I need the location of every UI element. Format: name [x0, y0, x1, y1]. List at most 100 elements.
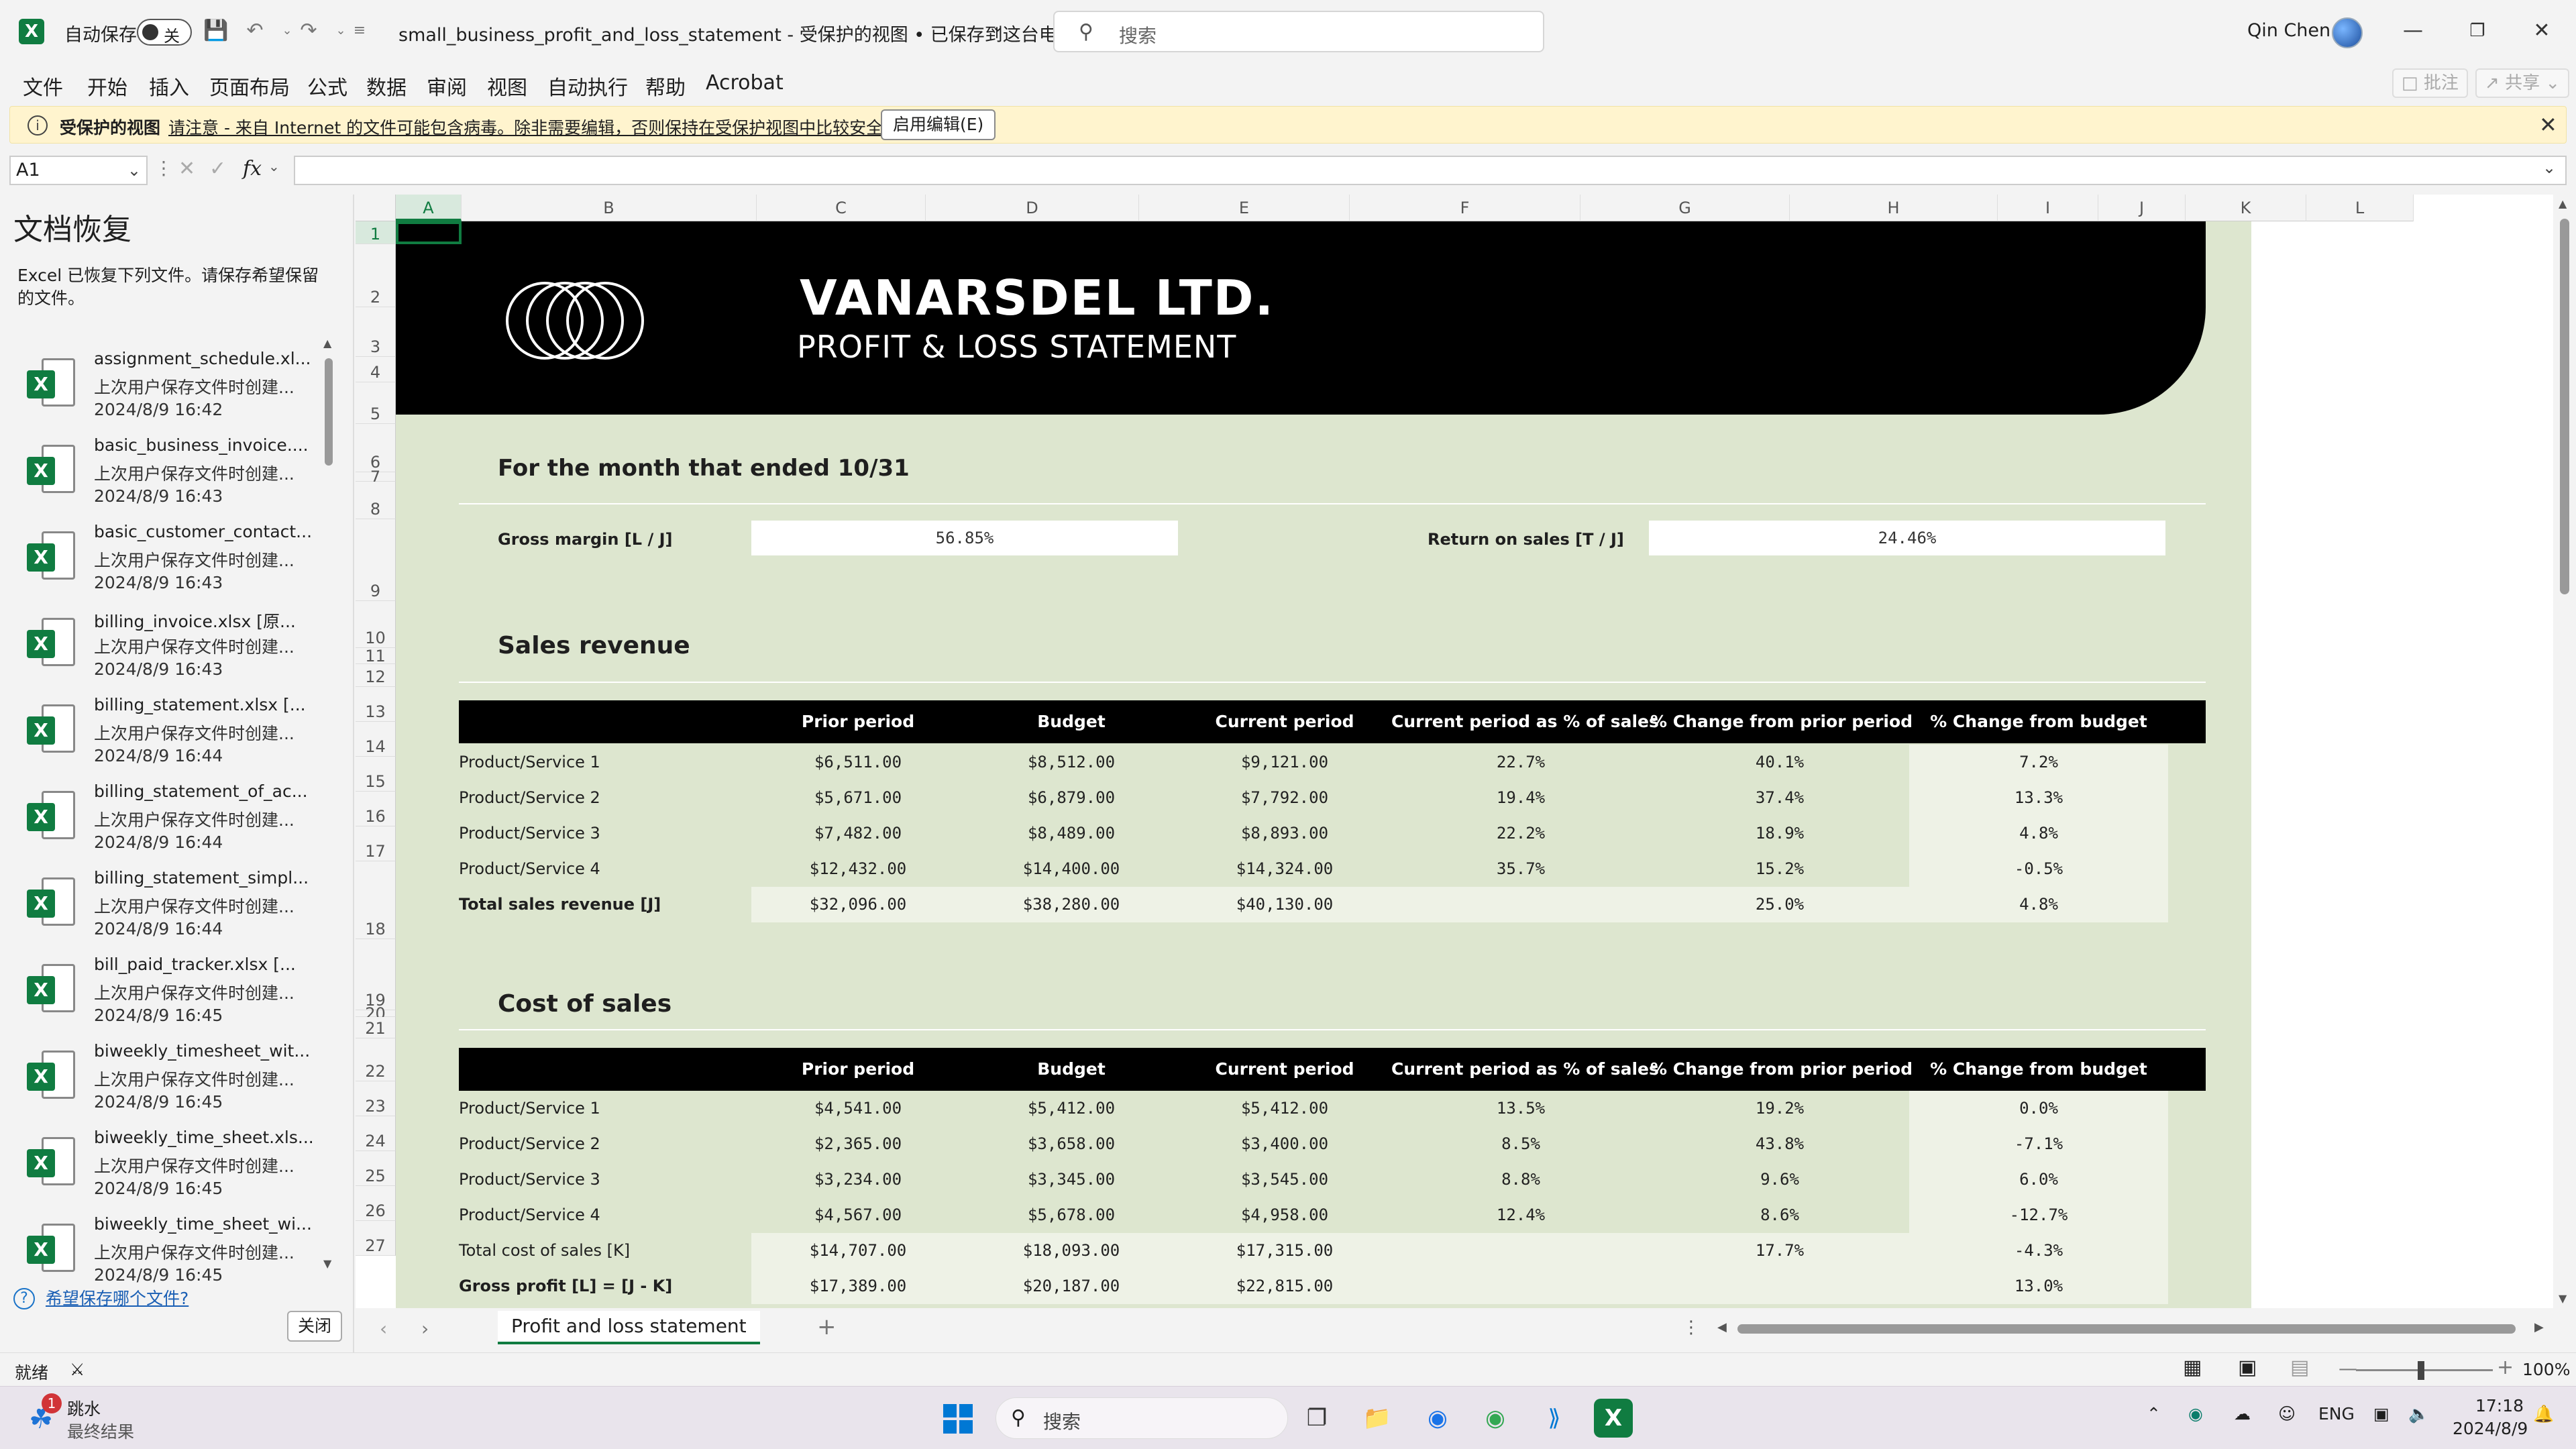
sheet-tab-profit-and-loss[interactable]: Profit and loss statement — [498, 1311, 760, 1344]
scroll-up-icon[interactable]: ▲ — [323, 337, 331, 350]
value-cell[interactable]: 22.7% — [1391, 745, 1650, 780]
recovered-file-item[interactable]: Xbasic_customer_contact... 上次用户保存文件时创建...… — [13, 515, 329, 602]
value-cell[interactable]: 19.4% — [1391, 780, 1650, 816]
row-header[interactable]: 9 — [356, 519, 396, 601]
close-recovery-button[interactable]: 关闭 — [287, 1311, 342, 1342]
value-cell[interactable]: $4,958.00 — [1178, 1197, 1391, 1233]
expand-formula-icon[interactable]: ⌄ — [2542, 158, 2556, 177]
row-header[interactable]: 22 — [356, 1038, 396, 1081]
menu-view[interactable]: 视图 — [487, 71, 527, 101]
file-explorer-icon[interactable]: 📁 — [1358, 1399, 1397, 1438]
value-cell[interactable]: 40.1% — [1650, 745, 1909, 780]
save-icon[interactable]: 💾 — [203, 17, 229, 44]
name-box[interactable]: A1 ⌄ — [9, 156, 148, 185]
zoom-in-icon[interactable]: + — [2497, 1356, 2514, 1379]
value-cell[interactable]: $38,280.00 — [965, 887, 1178, 922]
menu-formulas[interactable]: 公式 — [307, 71, 347, 101]
value-cell[interactable]: 25.0% — [1650, 887, 1909, 922]
value-cell[interactable]: 8.5% — [1391, 1126, 1650, 1162]
scroll-down-icon[interactable]: ▼ — [323, 1257, 331, 1270]
value-cell[interactable] — [1391, 1233, 1650, 1269]
value-cell[interactable]: -12.7% — [1909, 1197, 2168, 1233]
minimize-icon[interactable]: — — [2383, 12, 2443, 50]
value-cell[interactable]: $5,671.00 — [751, 780, 965, 816]
value-cell[interactable]: 19.2% — [1650, 1091, 1909, 1126]
value-cell[interactable]: $6,879.00 — [965, 780, 1178, 816]
undo-icon[interactable]: ↶ — [241, 17, 268, 44]
next-sheet-icon[interactable]: › — [421, 1318, 429, 1340]
accessibility-icon[interactable]: ⚔ — [70, 1360, 85, 1379]
horizontal-scrollbar[interactable]: ◀ ▶ — [1717, 1320, 2549, 1338]
recovered-file-item[interactable]: Xbilling_statement_of_ac... 上次用户保存文件时创建..… — [13, 775, 329, 862]
user-name[interactable]: Qin Chen — [2247, 20, 2330, 41]
scroll-left-icon[interactable]: ◀ — [1717, 1320, 1727, 1334]
value-cell[interactable]: 15.2% — [1650, 851, 1909, 887]
menu-insert[interactable]: 插入 — [149, 71, 189, 101]
value-cell[interactable]: 13.0% — [1909, 1269, 2168, 1304]
vscode-icon[interactable]: ⟫ — [1535, 1399, 1574, 1438]
task-view-icon[interactable]: ❐ — [1297, 1399, 1336, 1438]
selected-cell-a1[interactable] — [396, 221, 462, 244]
menu-acrobat[interactable]: Acrobat — [706, 71, 784, 95]
value-cell[interactable]: 0.0% — [1909, 1091, 2168, 1126]
app-tray-icon[interactable]: ☺ — [2278, 1404, 2296, 1424]
tab-options-icon[interactable]: ⋮ — [1682, 1318, 1700, 1338]
column-header[interactable]: K — [2186, 195, 2306, 221]
value-cell[interactable]: $14,400.00 — [965, 851, 1178, 887]
user-avatar[interactable] — [2332, 17, 2363, 48]
row-header[interactable]: 7 — [356, 469, 396, 485]
column-header[interactable]: L — [2306, 195, 2414, 221]
row-header[interactable]: 3 — [356, 307, 396, 357]
close-message-icon[interactable]: ✕ — [2539, 112, 2557, 138]
row-header[interactable]: 27 — [356, 1221, 396, 1256]
vertical-scrollbar[interactable]: ▲ ▼ — [2553, 195, 2576, 1308]
column-header[interactable]: J — [2098, 195, 2186, 221]
horizontal-scroll-thumb[interactable] — [1737, 1324, 2516, 1334]
enable-editing-button[interactable]: 启用编辑(E) — [881, 109, 996, 140]
excel-taskbar-icon[interactable]: X — [1594, 1399, 1633, 1438]
zoom-level[interactable]: 100% — [2522, 1360, 2570, 1379]
value-cell[interactable]: $3,658.00 — [965, 1126, 1178, 1162]
onedrive-icon[interactable]: ☁ — [2234, 1404, 2251, 1424]
recovered-file-item[interactable]: Xbilling_statement.xlsx [... 上次用户保存文件时创建.… — [13, 688, 329, 775]
recovered-file-item[interactable]: Xbill_paid_tracker.xlsx [... 上次用户保存文件时创建.… — [13, 948, 329, 1035]
value-cell[interactable]: $18,093.00 — [965, 1233, 1178, 1269]
value-cell[interactable]: $17,389.00 — [751, 1269, 965, 1304]
row-header[interactable]: 12 — [356, 664, 396, 687]
value-cell[interactable]: 4.8% — [1909, 887, 2168, 922]
row-header[interactable]: 25 — [356, 1151, 396, 1186]
row-header[interactable]: 19 — [356, 939, 396, 1010]
start-button[interactable] — [939, 1399, 978, 1438]
value-cell[interactable]: $17,315.00 — [1178, 1233, 1391, 1269]
value-cell[interactable]: -0.5% — [1909, 851, 2168, 887]
title-chevron-down-icon[interactable]: ⌄ — [991, 19, 1004, 36]
column-header[interactable]: G — [1580, 195, 1790, 221]
row-header[interactable]: 20 — [356, 1006, 396, 1022]
recovered-file-item[interactable]: Xbiweekly_timesheet_wit... 上次用户保存文件时创建...… — [13, 1034, 329, 1122]
scroll-down-icon[interactable]: ▼ — [2559, 1292, 2567, 1305]
value-cell[interactable]: $7,792.00 — [1178, 780, 1391, 816]
menu-home[interactable]: 开始 — [87, 71, 127, 101]
recovered-file-item[interactable]: Xbasic_business_invoice.... 上次用户保存文件时创建..… — [13, 429, 329, 516]
column-header[interactable]: E — [1139, 195, 1350, 221]
row-header[interactable]: 18 — [356, 861, 396, 939]
customize-qat-icon[interactable]: ≡ — [346, 17, 373, 44]
menu-review[interactable]: 审阅 — [427, 71, 467, 101]
value-cell[interactable]: $3,234.00 — [751, 1162, 965, 1197]
name-box-chevron-icon[interactable]: ⌄ — [127, 157, 141, 184]
which-file-help-link[interactable]: 希望保存哪个文件? — [46, 1285, 189, 1309]
value-cell[interactable]: $14,324.00 — [1178, 851, 1391, 887]
return-on-sales-value[interactable]: 24.46% — [1649, 521, 2165, 555]
chrome-icon[interactable]: ◉ — [1418, 1399, 1457, 1438]
value-cell[interactable]: $5,678.00 — [965, 1197, 1178, 1233]
value-cell[interactable]: 43.8% — [1650, 1126, 1909, 1162]
value-cell[interactable]: $7,482.00 — [751, 816, 965, 851]
worksheet-grid[interactable]: ABCDEFGHIJKL 1 2 3 4 5 6 7 8 9 10 11 12 13 14 15 16 17 18… — [356, 195, 2553, 1308]
zoom-slider-thumb[interactable] — [2418, 1361, 2424, 1380]
value-cell[interactable]: 13.3% — [1909, 780, 2168, 816]
menu-automate[interactable]: 自动执行 — [547, 71, 628, 101]
value-cell[interactable]: 13.5% — [1391, 1091, 1650, 1126]
more-options-icon[interactable]: ⋮ — [154, 157, 173, 179]
row-header[interactable]: 21 — [356, 1017, 396, 1038]
widget-title[interactable]: 跳水 — [67, 1396, 101, 1420]
